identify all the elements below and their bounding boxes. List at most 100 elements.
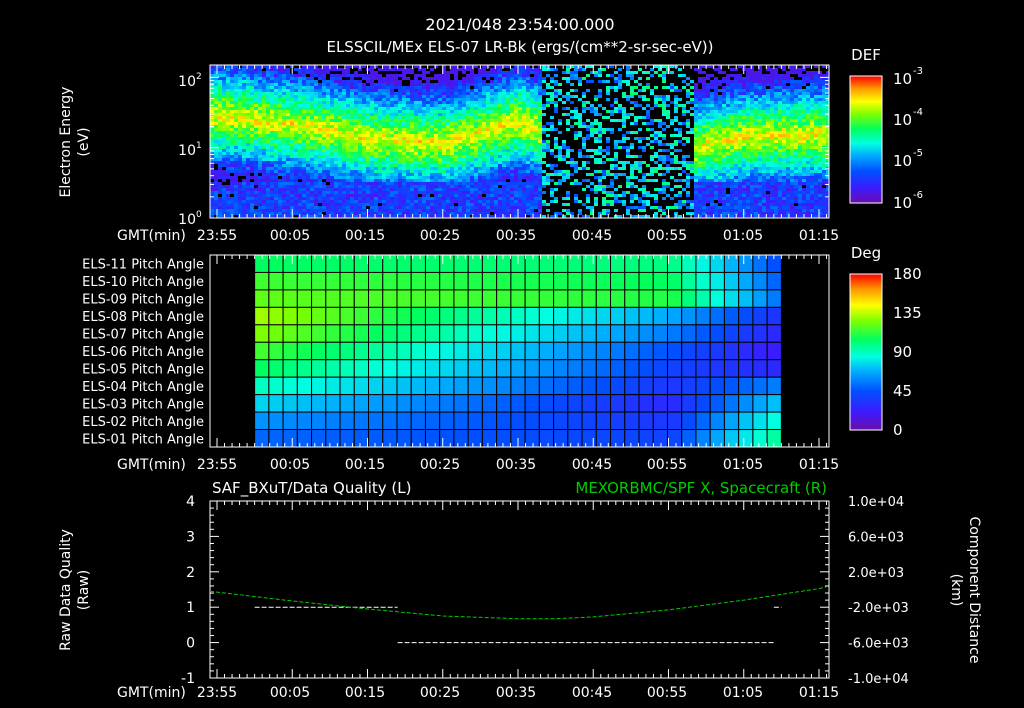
spectrogram-cell — [278, 164, 282, 167]
spectrogram-cell — [358, 203, 362, 206]
spectrogram-cell — [482, 134, 486, 137]
spectrogram-cell — [454, 161, 458, 164]
spectrogram-cell — [266, 194, 270, 197]
spectrogram-cell — [398, 74, 402, 77]
spectrogram-cell — [226, 149, 230, 152]
spectrogram-cell — [406, 113, 410, 116]
spectrogram-cell — [318, 143, 322, 146]
spectrogram-cell — [398, 200, 402, 203]
spectrogram-cell — [322, 200, 326, 203]
spectrogram-cell — [542, 92, 546, 95]
spectrogram-cell — [242, 71, 246, 74]
spectrogram-cell — [418, 131, 422, 134]
spectrogram-cell — [474, 146, 478, 149]
spectrogram-cell — [246, 146, 250, 149]
spectrogram-cell — [214, 134, 218, 137]
spectrogram-cell — [334, 77, 338, 80]
spectrogram-cell — [254, 134, 258, 137]
spectrogram-cell — [550, 167, 554, 170]
spectrogram-cell — [470, 140, 474, 143]
spectrogram-cell — [358, 200, 362, 203]
spectrogram-cell — [438, 143, 442, 146]
spectrogram-cell — [378, 149, 382, 152]
spectrogram-cell — [462, 206, 466, 209]
spectrogram-cell — [530, 161, 534, 164]
spectrogram-cell — [430, 149, 434, 152]
spectrogram-cell — [282, 74, 286, 77]
spectrogram-cell — [354, 206, 358, 209]
spectrogram-cell — [266, 86, 270, 89]
spectrogram-cell — [270, 71, 274, 74]
spectrogram-cell — [418, 176, 422, 179]
spectrogram-cell — [534, 71, 538, 74]
spectrogram-cell — [654, 137, 658, 140]
spectrogram-cell — [586, 149, 590, 152]
spectrogram-cell — [278, 110, 282, 113]
spectrogram-cell — [470, 92, 474, 95]
spectrogram-cell — [410, 86, 414, 89]
spectrogram-cell — [310, 71, 314, 74]
spectrogram-cell — [394, 83, 398, 86]
spectrogram-cell — [682, 155, 686, 158]
spectrogram-cell — [566, 155, 570, 158]
spectrogram-cell — [382, 80, 386, 83]
spectrogram-cell — [210, 92, 214, 95]
spectrogram-cell — [242, 83, 246, 86]
spectrogram-cell — [510, 80, 514, 83]
spectrogram-cell — [254, 182, 258, 185]
spectrogram-cell — [234, 161, 238, 164]
spectrogram-cell — [218, 128, 222, 131]
spectrogram-cell — [238, 170, 242, 173]
spectrogram-cell — [466, 92, 470, 95]
spectrogram-cell — [350, 125, 354, 128]
spectrogram-cell — [282, 104, 286, 107]
spectrogram-cell — [254, 101, 258, 104]
spectrogram-cell — [602, 128, 606, 131]
spectrogram-cell — [482, 179, 486, 182]
spectrogram-cell — [514, 74, 518, 77]
spectrogram-cell — [418, 80, 422, 83]
spectrogram-cell — [362, 95, 366, 98]
spectrogram-cell — [350, 182, 354, 185]
spectrogram-cell — [462, 122, 466, 125]
spectrogram-cell — [426, 101, 430, 104]
spectrogram-cell — [322, 95, 326, 98]
spectrogram-cell — [494, 83, 498, 86]
spectrogram-cell — [326, 167, 330, 170]
spectrogram-cell — [334, 110, 338, 113]
spectrogram-cell — [534, 191, 538, 194]
spectrogram-cell — [254, 167, 258, 170]
spectrogram-cell — [458, 212, 462, 215]
spectrogram-cell — [490, 137, 494, 140]
spectrogram-cell — [222, 176, 226, 179]
spectrogram-cell — [234, 179, 238, 182]
spectrogram-cell — [290, 131, 294, 134]
spectrogram-cell — [514, 89, 518, 92]
spectrogram-cell — [354, 107, 358, 110]
spectrogram-cell — [614, 173, 618, 176]
spectrogram-cell — [318, 194, 322, 197]
spectrogram-cell — [410, 149, 414, 152]
spectrogram-cell — [506, 182, 510, 185]
spectrogram-cell — [410, 125, 414, 128]
spectrogram-cell — [234, 101, 238, 104]
spectrogram-cell — [454, 140, 458, 143]
spectrogram-cell — [226, 206, 230, 209]
spectrogram-cell — [302, 200, 306, 203]
spectrogram-cell — [398, 146, 402, 149]
spectrogram-cell — [566, 71, 570, 74]
spectrogram-cell — [274, 95, 278, 98]
spectrogram-cell — [338, 128, 342, 131]
spectrogram-cell — [290, 143, 294, 146]
spectrogram-cell — [422, 158, 426, 161]
spectrogram-cell — [214, 197, 218, 200]
spectrogram-cell — [446, 131, 450, 134]
spectrogram-cell — [310, 131, 314, 134]
spectrogram-cell — [470, 122, 474, 125]
spectrogram-cell — [346, 194, 350, 197]
spectrogram-cell — [334, 140, 338, 143]
spectrogram-cell — [526, 68, 530, 71]
spectrogram-cell — [514, 194, 518, 197]
spectrogram-cell — [346, 137, 350, 140]
spectrogram-cell — [454, 137, 458, 140]
